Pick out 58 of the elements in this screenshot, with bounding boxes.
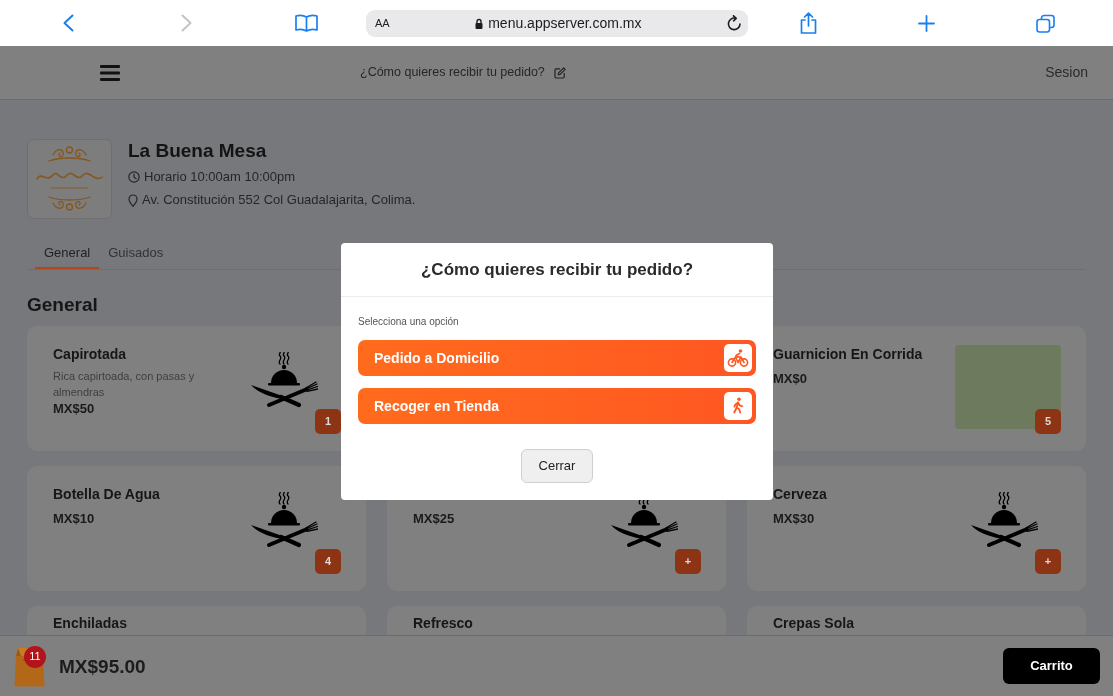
book-icon[interactable] <box>295 14 318 32</box>
product-name: Botella De Agua <box>53 485 160 503</box>
cloche-cutlery-icon <box>250 492 318 549</box>
product-price: MX$50 <box>53 401 95 417</box>
cloche-cutlery-icon <box>250 352 318 409</box>
product-name: Crepas Sola <box>773 614 854 632</box>
product-description: Rica capirtoada, con pasas y almendras <box>53 369 196 400</box>
text-size-button[interactable]: AA <box>375 16 390 30</box>
product-card[interactable]: Enchiladas <box>27 606 366 635</box>
back-icon[interactable] <box>63 14 74 32</box>
dialog-prompt: Selecciona una opción <box>358 316 459 328</box>
edit-icon <box>553 66 566 79</box>
lock-icon <box>475 17 484 29</box>
address-bar[interactable]: AA menu.appserver.com.mx <box>366 9 748 37</box>
product-card[interactable]: Refresco <box>387 606 726 635</box>
section-heading: General <box>27 293 98 317</box>
cloche-cutlery-icon <box>970 492 1038 549</box>
bicycle-icon <box>724 344 752 372</box>
plus-icon[interactable] <box>918 14 935 32</box>
delivery-option-button[interactable]: Recoger en Tienda <box>358 388 756 424</box>
product-card[interactable]: Crepas Sola <box>747 606 1086 635</box>
product-price: MX$30 <box>773 511 815 527</box>
session-link[interactable]: Sesion <box>1045 64 1088 81</box>
url-text: menu.appserver.com.mx <box>488 14 642 32</box>
add-to-cart-button[interactable]: + <box>1035 549 1061 574</box>
product-name: Guarnicion En Corrida <box>773 345 923 363</box>
product-name: Refresco <box>413 614 473 632</box>
clock-icon <box>128 171 140 183</box>
tabs-icon[interactable] <box>1036 13 1055 33</box>
product-price: MX$25 <box>413 511 455 527</box>
restaurant-name: La Buena Mesa <box>128 139 267 163</box>
product-price: MX$10 <box>53 511 95 527</box>
menu-icon[interactable] <box>100 64 120 81</box>
walking-person-icon <box>724 392 752 420</box>
product-card[interactable]: Botella De Agua MX$10 4 <box>27 466 366 591</box>
cart-button[interactable]: Carrito <box>1003 648 1100 684</box>
product-price: MX$0 <box>773 371 807 387</box>
opening-hours: Horario 10:00am 10:00pm <box>144 169 296 185</box>
product-name: Capirotada <box>53 345 127 363</box>
cart-total: MX$95.00 <box>59 654 146 678</box>
add-to-cart-button[interactable]: + <box>675 549 701 574</box>
restaurant-address: Av. Constitución 552 Col Guadalajarita, Colima. <box>142 192 416 208</box>
location-pin-icon <box>128 193 138 207</box>
dialog-title: ¿Cómo quieres recibir tu pedido? <box>421 259 693 280</box>
delivery-method-button[interactable]: ¿Cómo quieres recibir tu pedido? <box>360 65 566 80</box>
category-tab[interactable]: General <box>35 238 100 269</box>
product-name: Enchiladas <box>53 614 127 632</box>
delivery-option-button[interactable]: Pedido a Domicilio <box>358 340 756 376</box>
product-card[interactable]: Cerveza MX$30 + <box>747 466 1086 591</box>
cart-count-badge: 11 <box>24 645 46 668</box>
close-button[interactable]: Cerrar <box>521 449 593 483</box>
reload-icon[interactable] <box>727 15 742 31</box>
add-to-cart-button[interactable]: 1 <box>315 409 341 434</box>
add-to-cart-button[interactable]: 5 <box>1035 409 1061 434</box>
add-to-cart-button[interactable]: 4 <box>315 549 341 574</box>
product-name: Cerveza <box>773 485 827 503</box>
category-tab[interactable]: Guisados <box>99 238 173 269</box>
share-icon[interactable] <box>799 12 818 34</box>
